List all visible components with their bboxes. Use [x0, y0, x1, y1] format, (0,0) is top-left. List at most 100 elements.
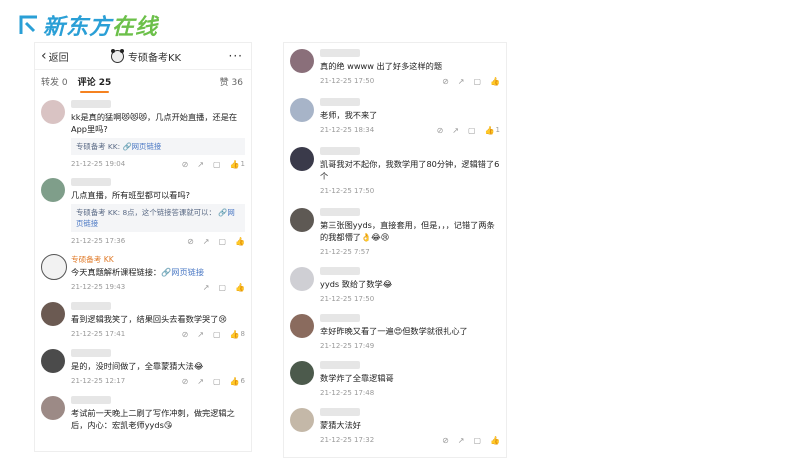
reply-box[interactable]: 专硕备考 KK: 🔗网页链接	[71, 138, 245, 155]
comment-item: 几点直播，所有班型都可以看吗? 专硕备考 KK: 8点，这个链接答课就可以： 🔗…	[35, 178, 251, 246]
avatar	[290, 49, 314, 73]
avatar	[290, 408, 314, 432]
username-blurred	[320, 147, 360, 155]
share-icon[interactable]: ↗	[203, 283, 210, 292]
share-icon[interactable]: ↗	[203, 237, 210, 246]
comment-author[interactable]: 专硕备考 KK	[71, 254, 245, 266]
back-label: 返回	[48, 52, 69, 64]
chevron-left-icon: ‹	[41, 48, 47, 64]
reply-author: 专硕备考 KK: 8点，这个链接答课就可以：	[76, 208, 216, 217]
share-icon[interactable]: ↗	[197, 377, 204, 386]
avatar	[41, 396, 65, 420]
top-nav-bar: ‹ 返回 专硕备考KK ···	[35, 43, 251, 70]
username-blurred	[71, 396, 111, 404]
comment-icon[interactable]: ▢	[468, 126, 476, 135]
like-icon[interactable]: 👍	[235, 283, 245, 292]
username-blurred	[320, 267, 360, 275]
comment-meta: 21-12-25 12:17 ⊘ ↗ ▢ 👍 6	[71, 376, 245, 386]
web-link[interactable]: 🔗网页链接	[161, 267, 204, 277]
weibo-comments-left-panel: ‹ 返回 专硕备考KK ··· 转发 0 评论 25 赞 36 kk是真的猛啊😻…	[34, 42, 252, 452]
avatar	[290, 98, 314, 122]
share-icon[interactable]: ↗	[458, 77, 465, 86]
comment-date: 21-12-25 17:50	[320, 187, 375, 195]
report-icon[interactable]: ⊘	[182, 377, 189, 386]
report-icon[interactable]: ⊘	[442, 77, 449, 86]
comment-item: 老师，我不来了 21-12-25 18:34 ⊘ ↗ ▢ 👍 1	[284, 98, 506, 135]
avatar	[41, 349, 65, 373]
comment-date: 21-12-25 17:50	[320, 77, 375, 85]
comment-icon[interactable]: ▢	[213, 160, 221, 169]
like-icon[interactable]: 👍	[230, 160, 240, 169]
like-icon[interactable]: 👍	[230, 377, 240, 386]
reply-box[interactable]: 专硕备考 KK: 8点，这个链接答课就可以： 🔗网页链接	[71, 204, 245, 232]
brand-name: 新东方在线	[43, 9, 158, 41]
tab-repost[interactable]: 转发 0	[41, 75, 68, 88]
comment-meta: 21-12-25 17:50	[320, 186, 500, 196]
comment-meta: 21-12-25 17:36 ⊘ ↗ ▢ 👍	[71, 236, 245, 246]
like-icon[interactable]: 👍	[490, 436, 500, 445]
comment-date: 21-12-25 17:50	[320, 295, 375, 303]
comment-meta: 21-12-25 17:32 ⊘ ↗ ▢ 👍	[320, 435, 500, 445]
comment-meta: 21-12-25 17:49	[320, 341, 500, 351]
share-icon[interactable]: ↗	[458, 436, 465, 445]
comment-date: 21-12-25 17:32	[320, 436, 375, 444]
comment-meta: 21-12-25 17:50	[320, 294, 500, 304]
comment-date: 21-12-25 19:04	[71, 160, 126, 168]
comment-meta: 21-12-25 17:48	[320, 388, 500, 398]
report-icon[interactable]: ⊘	[187, 237, 194, 246]
comment-icon[interactable]: ▢	[473, 436, 481, 445]
comment-meta: 21-12-25 17:41 ⊘ ↗ ▢ 👍 8	[71, 329, 245, 339]
brand-logo: 新东方在线	[18, 8, 158, 42]
comment-icon[interactable]: ▢	[218, 283, 226, 292]
username-blurred	[71, 178, 111, 186]
brand-logo-icon	[19, 15, 37, 34]
comment-date: 21-12-25 17:49	[320, 342, 375, 350]
panda-avatar-icon	[111, 48, 124, 63]
comment-text: 幸好昨晚又看了一遍😍但数学就很扎心了	[320, 326, 468, 336]
comment-meta: 21-12-25 19:04 ⊘ ↗ ▢ 👍 1	[71, 159, 245, 169]
like-icon[interactable]: 👍	[230, 330, 240, 339]
web-link[interactable]: 🔗网页链接	[122, 142, 161, 151]
username-blurred	[320, 314, 360, 322]
comment-text: 考试前一天晚上二刷了写作冲刺，做完逻辑之后，内心：宏凯老师yyds😘	[71, 408, 235, 430]
report-icon[interactable]: ⊘	[442, 436, 449, 445]
comment-item: 蒙猜大法好 21-12-25 17:32 ⊘ ↗ ▢ 👍	[284, 408, 506, 445]
comment-item: yyds 致给了数学😂 21-12-25 17:50	[284, 267, 506, 304]
report-icon[interactable]: ⊘	[437, 126, 444, 135]
tab-likes[interactable]: 赞 36	[220, 75, 243, 88]
comment-meta: 21-12-25 18:34 ⊘ ↗ ▢ 👍 1	[320, 125, 500, 135]
comment-icon[interactable]: ▢	[213, 377, 221, 386]
back-button[interactable]: ‹ 返回	[41, 49, 69, 64]
username-blurred	[320, 98, 360, 106]
weibo-comments-right-panel: 真的绝 wwww 出了好多这样的题 21-12-25 17:50 ⊘ ↗ ▢ 👍…	[283, 42, 507, 458]
comment-meta: 21-12-25 19:43 ↗ ▢ 👍	[71, 282, 245, 292]
comment-text: kk是真的猛啊😻😻😻，几点开始直播，还是在App里吗?	[71, 112, 238, 134]
comment-item: 数学炸了全靠逻辑哥 21-12-25 17:48	[284, 361, 506, 398]
like-icon[interactable]: 👍	[490, 77, 500, 86]
comment-icon[interactable]: ▢	[213, 330, 221, 339]
like-icon[interactable]: 👍	[235, 237, 245, 246]
comment-text: 看到逻辑我笑了，结果回头去看数学哭了😢	[71, 314, 227, 324]
tab-comments[interactable]: 评论 25	[78, 75, 111, 93]
share-icon[interactable]: ↗	[197, 160, 204, 169]
brand-name-main: 新东方	[43, 15, 113, 40]
more-options-button[interactable]: ···	[229, 49, 243, 63]
like-icon[interactable]: 👍	[485, 126, 495, 135]
share-icon[interactable]: ↗	[197, 330, 204, 339]
comment-text: 数学炸了全靠逻辑哥	[320, 373, 394, 383]
comment-text: 今天真题解析课程链接：	[71, 267, 162, 277]
report-icon[interactable]: ⊘	[182, 160, 189, 169]
comment-text: 真的绝 wwww 出了好多这样的题	[320, 61, 443, 71]
report-icon[interactable]: ⊘	[182, 330, 189, 339]
brand-name-accent: 在线	[112, 15, 159, 40]
comment-text: 是的，没时间做了，全靠蒙猜大法😂	[71, 361, 204, 371]
like-count: 8	[240, 330, 245, 338]
share-icon[interactable]: ↗	[452, 126, 459, 135]
comment-icon[interactable]: ▢	[218, 237, 226, 246]
comment-icon[interactable]: ▢	[473, 77, 481, 86]
page-title: 专硕备考KK	[111, 48, 182, 64]
page-title-text: 专硕备考KK	[128, 52, 182, 64]
avatar	[290, 267, 314, 291]
avatar	[41, 178, 65, 202]
comment-text: 几点直播，所有班型都可以看吗?	[71, 190, 190, 200]
